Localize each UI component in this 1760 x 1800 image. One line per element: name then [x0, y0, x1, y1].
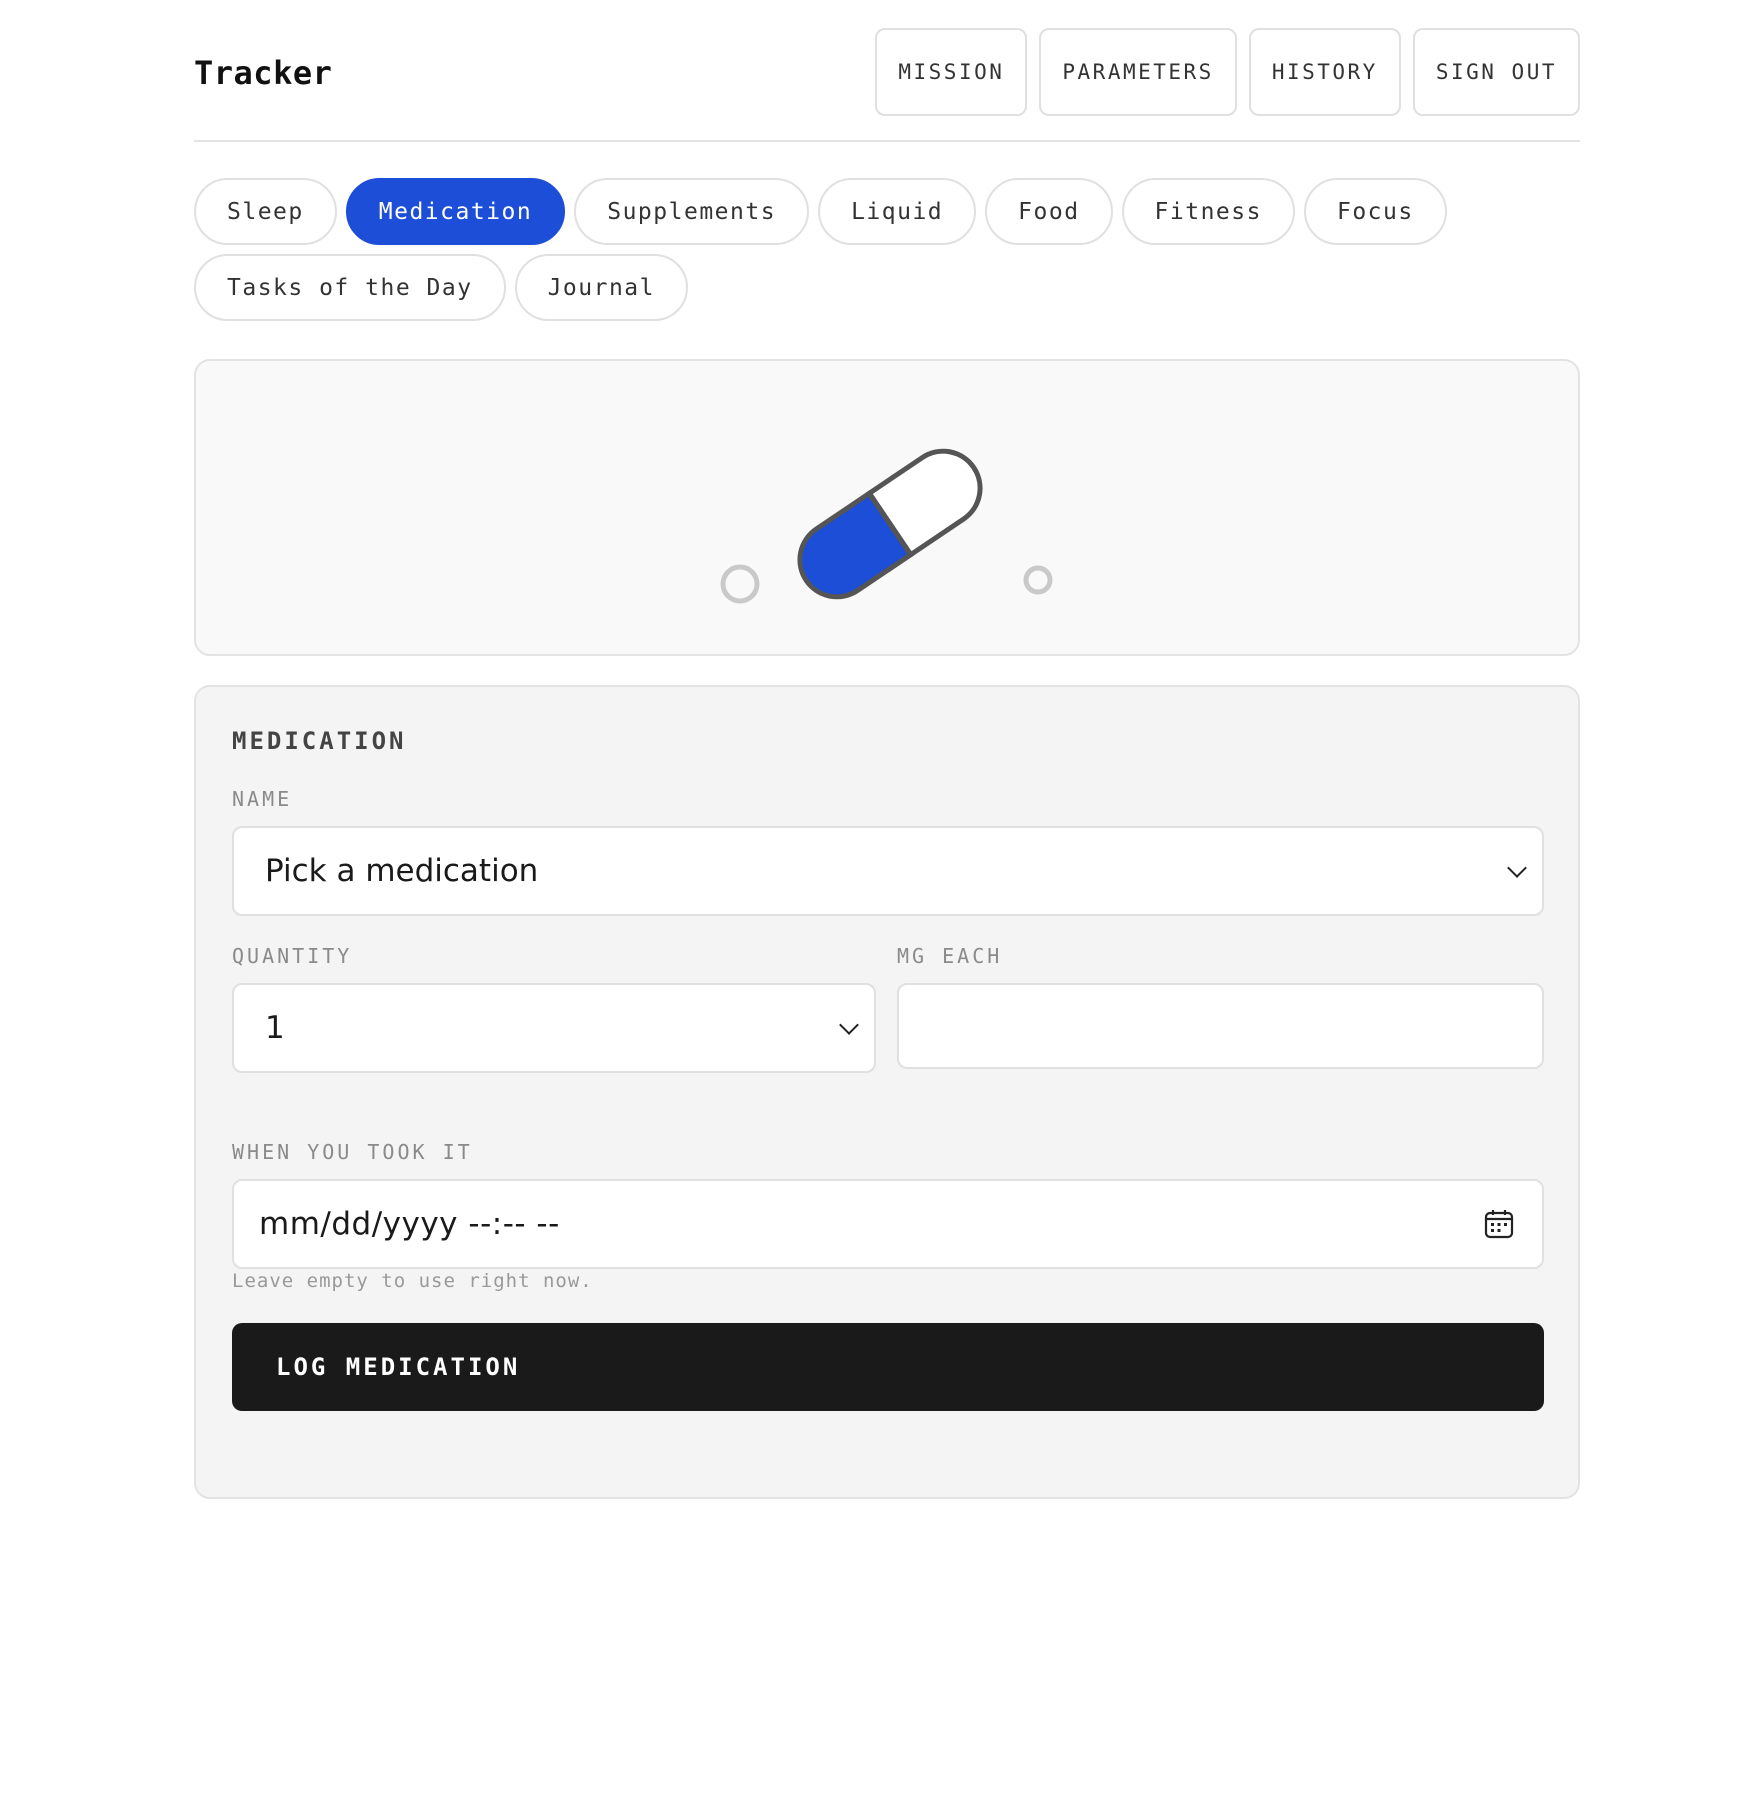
- tab-food[interactable]: Food: [985, 178, 1113, 245]
- tab-supplements[interactable]: Supplements: [574, 178, 810, 245]
- category-tabs: Sleep Medication Supplements Liquid Food…: [194, 178, 1580, 321]
- pill-icon: [720, 448, 1053, 604]
- medication-name-value: Pick a medication: [265, 853, 539, 889]
- history-button[interactable]: HISTORY: [1248, 28, 1401, 116]
- name-label: NAME: [232, 787, 293, 811]
- when-label: WHEN YOU TOOK IT: [232, 1140, 473, 1164]
- tab-fitness[interactable]: Fitness: [1121, 178, 1295, 245]
- tab-sleep[interactable]: Sleep: [194, 178, 337, 245]
- parameters-button[interactable]: PARAMETERS: [1039, 28, 1237, 116]
- quantity-select[interactable]: 1: [232, 983, 876, 1073]
- mg-each-label: MG EACH: [897, 944, 1003, 968]
- chevron-down-icon: [1507, 858, 1527, 878]
- quantity-label: QUANTITY: [232, 944, 353, 968]
- datetime-input[interactable]: mm/dd/yyyy --:-- --: [232, 1179, 1544, 1269]
- app-title: Tracker: [194, 54, 333, 92]
- form-title: MEDICATION: [232, 727, 407, 755]
- log-medication-button[interactable]: LOG MEDICATION: [232, 1323, 1544, 1411]
- datetime-placeholder: mm/dd/yyyy --:-- --: [259, 1206, 560, 1242]
- sign-out-button[interactable]: SIGN OUT: [1412, 28, 1580, 116]
- tab-medication[interactable]: Medication: [345, 178, 566, 245]
- medication-name-select[interactable]: Pick a medication: [232, 826, 1544, 916]
- chevron-down-icon: [839, 1015, 859, 1035]
- tab-tasks-of-the-day[interactable]: Tasks of the Day: [194, 254, 506, 321]
- mission-button[interactable]: MISSION: [875, 28, 1028, 116]
- top-nav: MISSION PARAMETERS HISTORY SIGN OUT: [875, 28, 1580, 116]
- bubble-left: [720, 564, 760, 604]
- tab-journal[interactable]: Journal: [514, 254, 688, 321]
- bubble-right: [1023, 565, 1053, 595]
- calendar-icon[interactable]: [1484, 1209, 1514, 1239]
- mg-each-input[interactable]: [897, 983, 1544, 1069]
- quantity-value: 1: [265, 1010, 285, 1046]
- medication-form: MEDICATION NAME Pick a medication QUANTI…: [194, 685, 1580, 1499]
- page-container: Tracker MISSION PARAMETERS HISTORY SIGN …: [194, 0, 1580, 1499]
- medication-illustration: [194, 359, 1580, 656]
- datetime-hint: Leave empty to use right now.: [232, 1270, 593, 1292]
- top-header: Tracker MISSION PARAMETERS HISTORY SIGN …: [194, 0, 1580, 142]
- tab-liquid[interactable]: Liquid: [818, 178, 977, 245]
- tab-focus[interactable]: Focus: [1303, 178, 1447, 245]
